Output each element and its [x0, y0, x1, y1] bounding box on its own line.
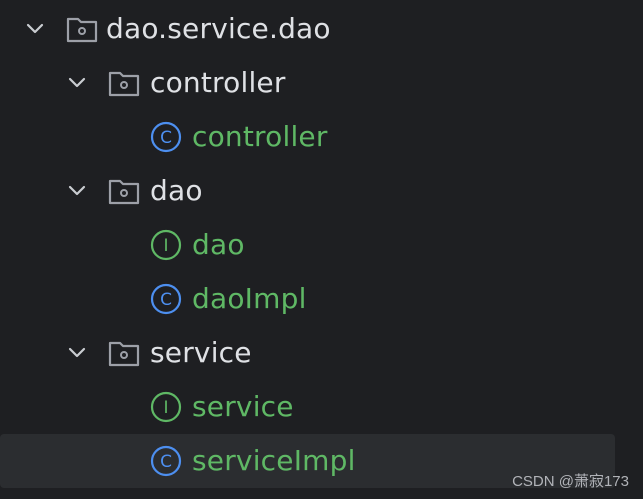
tree-row-service-interface[interactable]: I service: [0, 380, 615, 434]
chevron-down-icon[interactable]: [24, 18, 46, 40]
tree-label: controller: [192, 120, 328, 153]
tree-row-service-package[interactable]: service: [0, 326, 615, 380]
tree-label: controller: [150, 66, 286, 99]
svg-text:I: I: [163, 398, 168, 418]
chevron-down-icon[interactable]: [66, 180, 88, 202]
svg-text:I: I: [163, 236, 168, 256]
package-folder-icon: [66, 15, 98, 43]
tree-row-dao-package[interactable]: dao: [0, 164, 615, 218]
tree-label: serviceImpl: [192, 444, 356, 477]
package-folder-icon: [108, 177, 140, 205]
tree-row-dao-interface[interactable]: I dao: [0, 218, 615, 272]
java-interface-icon: I: [150, 229, 182, 261]
tree-row-daoimpl-class[interactable]: C daoImpl: [0, 272, 615, 326]
chevron-down-icon[interactable]: [66, 72, 88, 94]
watermark: CSDN @萧寂173: [512, 473, 629, 490]
svg-text:C: C: [160, 128, 172, 148]
java-class-icon: C: [150, 283, 182, 315]
tree-label: daoImpl: [192, 282, 307, 315]
package-folder-icon: [108, 339, 140, 367]
tree-label: dao.service.dao: [106, 12, 331, 45]
tree-row-controller-package[interactable]: controller: [0, 56, 615, 110]
tree-row-controller-class[interactable]: C controller: [0, 110, 615, 164]
java-interface-icon: I: [150, 391, 182, 423]
java-class-icon: C: [150, 445, 182, 477]
project-tree: dao.service.dao controller C controller …: [0, 0, 643, 499]
java-class-icon: C: [150, 121, 182, 153]
svg-text:C: C: [160, 452, 172, 472]
chevron-down-icon[interactable]: [66, 342, 88, 364]
tree-label: dao: [192, 228, 245, 261]
tree-label: service: [192, 390, 294, 423]
svg-text:C: C: [160, 290, 172, 310]
tree-label: service: [150, 336, 252, 369]
tree-label: dao: [150, 174, 203, 207]
tree-row-root[interactable]: dao.service.dao: [0, 2, 615, 56]
package-folder-icon: [108, 69, 140, 97]
